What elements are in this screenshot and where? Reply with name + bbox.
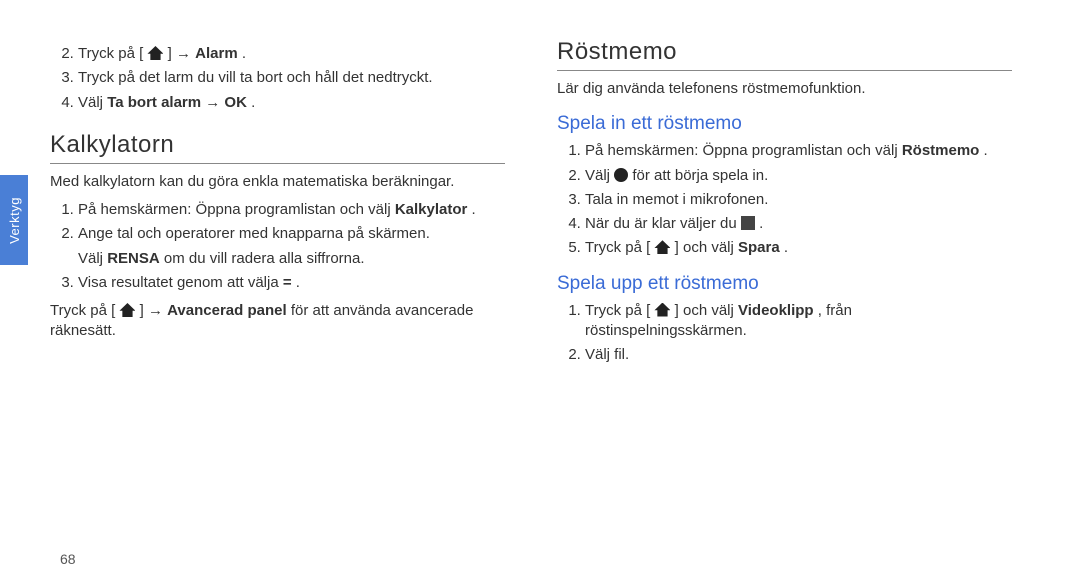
text: På hemskärmen: Öppna programlistan och v…: [585, 142, 902, 159]
text-bold: Videoklipp: [738, 302, 814, 319]
left-column: Tryck på [ ] → Alarm . Tryck på det larm…: [50, 0, 505, 565]
home-icon: [147, 46, 163, 60]
text: .: [251, 94, 255, 111]
text-bold: Spara: [738, 239, 780, 256]
text: På hemskärmen: Öppna programlistan och v…: [78, 201, 395, 218]
list-item: Tryck på [ ] och välj Spara .: [585, 238, 1012, 258]
text-bold: Avancerad panel: [167, 302, 287, 319]
list-item: Tala in memot i mikrofonen.: [585, 190, 1012, 210]
record-icon: [614, 168, 628, 182]
subheading-record: Spela in ett röstmemo: [557, 113, 1012, 135]
list-item: Ange tal och operatorer med knapparna på…: [78, 224, 505, 269]
text: Välj fil.: [585, 346, 629, 363]
text: Tryck på [: [50, 302, 115, 319]
record-steps: På hemskärmen: Öppna programlistan och v…: [557, 141, 1012, 258]
text-bold: RENSA: [107, 250, 160, 267]
text: Välj: [78, 250, 107, 267]
right-column: Röstmemo Lär dig använda telefonens röst…: [557, 0, 1012, 565]
heading-kalkylatorn: Kalkylatorn: [50, 131, 505, 164]
text: Tryck på [: [585, 239, 650, 256]
text: ] och välj: [675, 239, 738, 256]
list-item: Välj för att börja spela in.: [585, 166, 1012, 186]
text: ] →: [168, 45, 196, 62]
home-icon: [654, 303, 670, 317]
list-item: Välj fil.: [585, 345, 1012, 365]
subheading-playback: Spela upp ett röstmemo: [557, 273, 1012, 295]
text: om du vill radera alla siffrorna.: [164, 250, 365, 267]
playback-steps: Tryck på [ ] och välj Videoklipp , från …: [557, 301, 1012, 366]
text: Tryck på [: [585, 302, 650, 319]
text: .: [242, 45, 246, 62]
text: Tala in memot i mikrofonen.: [585, 191, 768, 208]
text: .: [984, 142, 988, 159]
text: ] →: [140, 302, 168, 319]
calculator-steps: På hemskärmen: Öppna programlistan och v…: [50, 200, 505, 293]
text: När du är klar väljer du: [585, 215, 741, 232]
text: Tryck på [: [78, 45, 143, 62]
alarm-steps: Tryck på [ ] → Alarm . Tryck på det larm…: [50, 44, 505, 113]
page-number: 68: [60, 551, 76, 567]
text: för att börja spela in.: [632, 167, 768, 184]
stop-icon: [741, 216, 755, 230]
text-bold: Röstmemo: [902, 142, 980, 159]
list-item: När du är klar väljer du .: [585, 214, 1012, 234]
sub-text: Välj RENSA om du vill radera alla siffro…: [78, 249, 505, 269]
text: .: [784, 239, 788, 256]
list-item: Tryck på det larm du vill ta bort och hå…: [78, 68, 505, 88]
text: .: [296, 274, 300, 291]
list-item: På hemskärmen: Öppna programlistan och v…: [585, 141, 1012, 161]
text: Ange tal och operatorer med knapparna på…: [78, 225, 430, 242]
paragraph-note: Tryck på [ ] → Avancerad panel för att a…: [50, 301, 505, 342]
text: Visa resultatet genom att välja: [78, 274, 283, 291]
list-item: Tryck på [ ] → Alarm .: [78, 44, 505, 64]
list-item: Välj Ta bort alarm → OK .: [78, 93, 505, 113]
text-bold: Kalkylator: [395, 201, 468, 218]
list-item: Visa resultatet genom att välja = .: [78, 273, 505, 293]
list-item: På hemskärmen: Öppna programlistan och v…: [78, 200, 505, 220]
text: Tryck på det larm du vill ta bort och hå…: [78, 69, 433, 86]
text-bold: =: [283, 274, 292, 291]
text: .: [759, 215, 763, 232]
paragraph: Lär dig använda telefonens röstmemofunkt…: [557, 79, 1012, 99]
text: Välj: [78, 94, 107, 111]
heading-rostmemo: Röstmemo: [557, 38, 1012, 71]
home-icon: [119, 303, 135, 317]
list-item: Tryck på [ ] och välj Videoklipp , från …: [585, 301, 1012, 342]
text-bold: Alarm: [195, 45, 238, 62]
text-bold: Ta bort alarm → OK: [107, 94, 247, 111]
home-icon: [654, 240, 670, 254]
text: .: [472, 201, 476, 218]
section-tab-label: Verktyg: [7, 197, 22, 244]
page-content: Tryck på [ ] → Alarm . Tryck på det larm…: [50, 0, 1040, 565]
section-tab: Verktyg: [0, 175, 28, 265]
text: ] och välj: [675, 302, 738, 319]
text: Välj: [585, 167, 614, 184]
paragraph: Med kalkylatorn kan du göra enkla matema…: [50, 172, 505, 192]
